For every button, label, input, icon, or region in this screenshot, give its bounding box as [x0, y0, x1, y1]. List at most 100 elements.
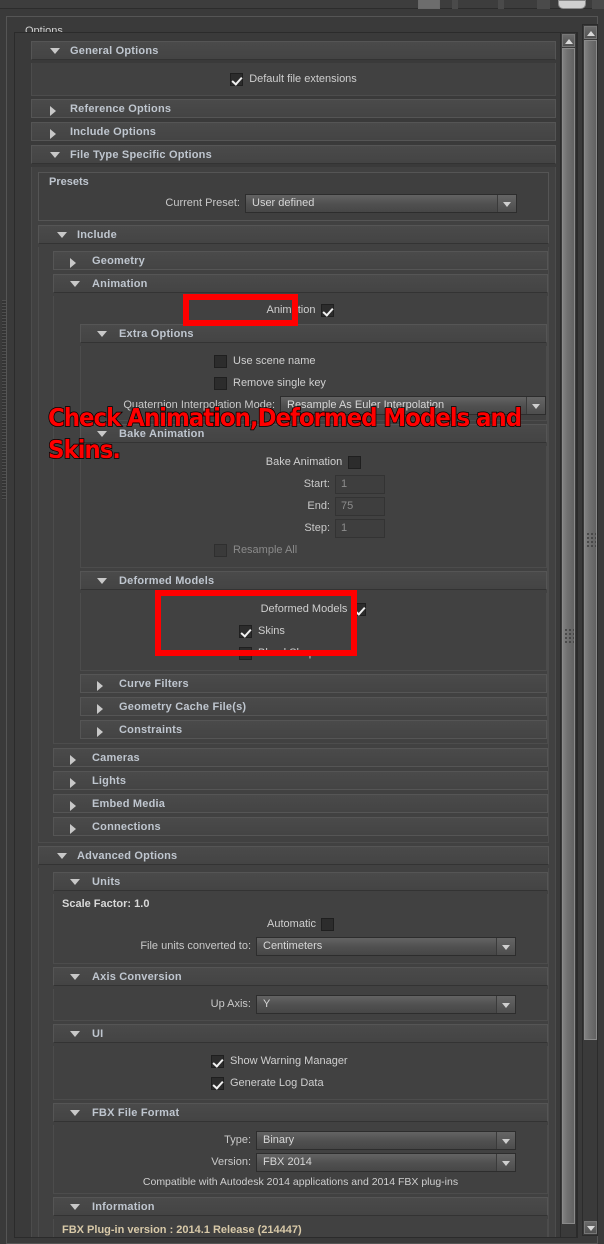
chevron-down-icon[interactable]	[496, 1131, 515, 1149]
section-title: Axis Conversion	[92, 971, 182, 983]
chevron-right-icon	[70, 778, 76, 788]
section-header-file-type-specific-options[interactable]: File Type Specific Options	[31, 145, 556, 164]
toolbar-chip-3[interactable]	[498, 0, 504, 9]
row-up-axis: Up Axis: Y	[54, 993, 547, 1015]
inner-scroll-thumb[interactable]	[562, 48, 575, 1224]
section-title: Reference Options	[70, 103, 172, 115]
toolbar-chip-4[interactable]	[537, 0, 550, 9]
use-scene-name-checkbox[interactable]	[214, 354, 227, 368]
section-header-curve-filters[interactable]: Curve Filters	[80, 674, 547, 693]
generate-log-data-checkbox[interactable]	[211, 1076, 224, 1090]
row-show-warning-manager: Show Warning Manager	[54, 1050, 547, 1072]
file-units-dropdown[interactable]: Centimeters	[256, 936, 516, 956]
toolbar-chip-1[interactable]	[418, 0, 440, 9]
row-generate-log-data: Generate Log Data	[54, 1072, 547, 1094]
row-bake-step: Step: 1	[81, 517, 546, 539]
section-title: Information	[92, 1201, 155, 1213]
fbx-type-dropdown[interactable]: Binary	[256, 1130, 516, 1150]
section-header-axis-conversion[interactable]: Axis Conversion	[53, 967, 548, 986]
chevron-right-icon	[70, 801, 76, 811]
section-title: Cameras	[92, 752, 140, 764]
section-header-advanced-options[interactable]: Advanced Options	[38, 846, 549, 865]
chevron-right-icon	[70, 824, 76, 834]
section-header-geometry-cache-files[interactable]: Geometry Cache File(s)	[80, 697, 547, 716]
section-body-axis-conversion: Up Axis: Y	[53, 989, 548, 1021]
chevron-down-icon[interactable]	[497, 194, 516, 212]
app-toolbar-strip	[0, 0, 604, 9]
current-preset-dropdown[interactable]: User defined	[245, 193, 517, 213]
scroll-down-arrow-icon[interactable]	[584, 1221, 597, 1234]
row-resample-all: Resample All	[81, 539, 546, 561]
presets-title: Presets	[49, 176, 89, 188]
fbx-version-label: Version:	[211, 1156, 251, 1168]
chevron-down-icon	[50, 48, 60, 54]
remove-single-key-checkbox[interactable]	[214, 376, 227, 390]
chevron-down-icon[interactable]	[496, 995, 515, 1013]
section-title: Constraints	[119, 724, 183, 736]
row-automatic: Automatic	[54, 913, 547, 935]
resample-all-checkbox[interactable]	[214, 543, 227, 557]
section-header-cameras[interactable]: Cameras	[53, 748, 548, 767]
outer-vertical-scrollbar[interactable]	[582, 24, 598, 1236]
row-bake-end: End: 75	[81, 495, 546, 517]
row-animation-toggle: Animation	[54, 299, 547, 321]
bake-start-label: Start:	[303, 478, 330, 490]
section-title: Curve Filters	[119, 678, 189, 690]
bake-start-input[interactable]: 1	[335, 474, 385, 494]
fbx-version-dropdown[interactable]: FBX 2014	[256, 1152, 516, 1172]
section-header-units[interactable]: Units	[53, 872, 548, 891]
bake-step-input[interactable]: 1	[335, 518, 385, 538]
chevron-right-icon	[50, 106, 56, 116]
bake-animation-checkbox[interactable]	[348, 455, 362, 469]
section-header-animation[interactable]: Animation	[53, 274, 548, 293]
section-title: Include Options	[70, 126, 157, 138]
section-body-animation: Animation Extra Options Use scene name R…	[53, 296, 548, 744]
animation-checkbox[interactable]	[321, 303, 335, 317]
section-body-units: Scale Factor: 1.0 Automatic File units c…	[53, 894, 548, 964]
toolbar-chip-2[interactable]	[452, 0, 458, 9]
section-title: Extra Options	[119, 328, 194, 340]
show-warning-manager-checkbox[interactable]	[211, 1054, 224, 1068]
up-axis-dropdown[interactable]: Y	[256, 994, 516, 1014]
chevron-down-icon[interactable]	[496, 937, 515, 955]
section-header-fbx-file-format[interactable]: FBX File Format	[53, 1103, 548, 1122]
section-body-bake-animation: Bake Animation Start: 1 End: 75 Step: 1 …	[80, 446, 547, 568]
chevron-down-icon	[70, 1031, 80, 1037]
chevron-down-icon	[97, 578, 107, 584]
inner-vertical-scrollbar[interactable]	[560, 32, 577, 1238]
section-header-include-options[interactable]: Include Options	[31, 122, 556, 141]
chevron-down-icon	[70, 974, 80, 980]
section-header-geometry[interactable]: Geometry	[53, 251, 548, 270]
chevron-down-icon[interactable]	[526, 396, 545, 414]
chevron-down-icon	[70, 1110, 80, 1116]
chevron-right-icon	[70, 755, 76, 765]
toolbar-chip-6[interactable]	[592, 0, 604, 9]
chevron-down-icon[interactable]	[496, 1153, 515, 1171]
toolbar-chip-5[interactable]	[558, 0, 586, 9]
outer-scroll-thumb[interactable]	[584, 40, 597, 1040]
section-header-information[interactable]: Information	[53, 1197, 548, 1216]
bake-end-input[interactable]: 75	[335, 496, 385, 516]
section-body-information: FBX Plug-in version : 2014.1 Release (21…	[53, 1219, 548, 1237]
chevron-down-icon	[70, 879, 80, 885]
section-header-reference-options[interactable]: Reference Options	[31, 99, 556, 118]
section-header-constraints[interactable]: Constraints	[80, 720, 547, 739]
resample-all-label: Resample All	[233, 544, 298, 556]
use-scene-name-label: Use scene name	[233, 355, 316, 367]
chevron-down-icon	[50, 152, 60, 158]
section-header-embed-media[interactable]: Embed Media	[53, 794, 548, 813]
section-header-deformed-models[interactable]: Deformed Models	[80, 571, 547, 590]
section-header-extra-options[interactable]: Extra Options	[80, 324, 547, 343]
default-file-extensions-checkbox[interactable]	[230, 72, 244, 86]
section-header-ui[interactable]: UI	[53, 1024, 548, 1043]
up-axis-value: Y	[257, 995, 496, 1013]
section-header-lights[interactable]: Lights	[53, 771, 548, 790]
scroll-up-arrow-icon[interactable]	[562, 34, 575, 47]
scroll-up-arrow-icon[interactable]	[584, 26, 597, 39]
default-file-extensions-label: Default file extensions	[249, 73, 357, 85]
automatic-checkbox[interactable]	[320, 917, 334, 931]
fbx-type-value: Binary	[257, 1131, 496, 1149]
section-header-connections[interactable]: Connections	[53, 817, 548, 836]
section-header-general-options[interactable]: General Options	[31, 41, 556, 60]
section-header-include[interactable]: Include	[38, 225, 549, 244]
